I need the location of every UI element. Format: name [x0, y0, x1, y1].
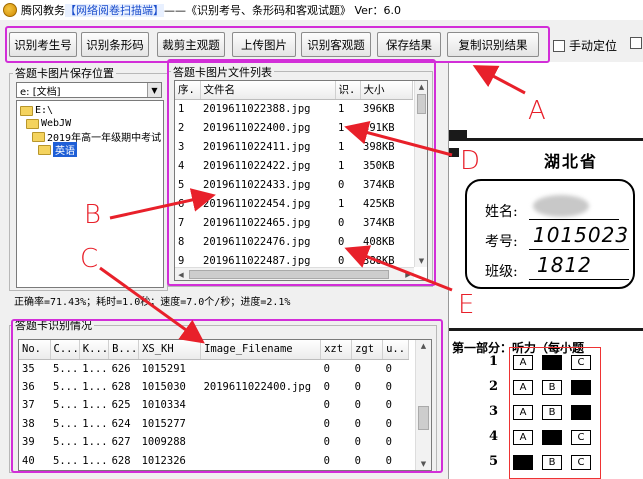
app-logo-icon: [3, 3, 17, 17]
question-number: 3: [489, 404, 499, 419]
option-box: C: [571, 455, 591, 470]
tree-node-label: WebJW: [41, 118, 72, 129]
question-number: 5: [489, 454, 499, 469]
open-folder-icon: [38, 144, 51, 155]
recognition-highlight: [11, 319, 443, 473]
annotation-letter-d: D: [460, 146, 481, 176]
filled-option-mark: [542, 430, 562, 445]
tree-node[interactable]: 2019年高一年级期中考试: [32, 130, 161, 144]
name-underline: [529, 219, 619, 220]
toolbar-highlight: [5, 26, 550, 63]
tree-node-selected[interactable]: 英语: [38, 142, 77, 157]
title-bar: 腾冈教务【网络阅卷扫描端】——《识别考号、条形码和客观试题》 Ver：6.0: [0, 0, 643, 20]
question-number: 4: [489, 429, 499, 444]
tree-node[interactable]: E:\: [20, 104, 53, 117]
folder-icon: [20, 105, 33, 116]
sheet-rule: [449, 328, 643, 331]
student-info-box: 姓名: 考号: 1015023 班级: 1812: [465, 179, 635, 289]
annotation-letter-e: E: [458, 290, 475, 320]
class-value: 1812: [537, 253, 592, 277]
exam-number-label: 考号:: [485, 234, 518, 250]
sheet-heading: 湖北省: [544, 152, 599, 171]
annotation-letter-c: C: [80, 244, 99, 274]
checkbox-box[interactable]: [630, 37, 642, 49]
option-box: A: [513, 405, 533, 420]
option-box: A: [513, 355, 533, 370]
filled-option-mark: [513, 455, 533, 470]
folder-icon: [32, 131, 45, 142]
manual-position-label: 手动定位: [569, 39, 618, 53]
title-suffix: ——《识别考号、条形码和客观试题》 Ver：6.0: [164, 4, 401, 17]
option-box: B: [542, 405, 562, 420]
manual-position-checkbox[interactable]: 手动定位: [553, 37, 617, 54]
window-title: 腾冈教务【网络阅卷扫描端】——《识别考号、条形码和客观试题》 Ver：6.0: [21, 2, 401, 18]
annotation-letter-a: A: [528, 96, 546, 126]
filled-option-mark: [571, 380, 591, 395]
question-number: 1: [489, 354, 499, 369]
file-list-highlight: [167, 59, 436, 286]
folder-icon: [26, 118, 39, 129]
filled-option-mark: [542, 355, 562, 370]
option-box: A: [513, 380, 533, 395]
option-box: A: [513, 430, 533, 445]
exam-number-value: 1015023: [533, 223, 630, 247]
title-highlight: 【网络阅卷扫描端】: [65, 4, 164, 17]
option-box: B: [542, 455, 562, 470]
option-box: C: [571, 355, 591, 370]
tree-node-label: 英语: [53, 142, 77, 157]
tree-node-label: E:\: [35, 105, 54, 116]
name-label: 姓名:: [485, 204, 518, 220]
title-prefix: 腾冈教务: [21, 4, 65, 17]
drive-select-value: e: [文档]: [20, 86, 61, 98]
annotation-letter-b: B: [84, 200, 102, 230]
sheet-marker: [449, 148, 459, 157]
chevron-down-icon[interactable]: ▼: [147, 83, 161, 97]
redacted-name: [533, 195, 589, 217]
filled-option-mark: [571, 405, 591, 420]
class-label: 班级:: [485, 264, 518, 280]
status-line: 正确率=71.43%；耗时=1.0秒；速度=7.0个/秒；进度=2.1%: [14, 297, 291, 308]
question-number: 2: [489, 379, 499, 394]
option-box: C: [571, 430, 591, 445]
drive-select[interactable]: e: [文档] ▼: [16, 82, 162, 98]
option-box: B: [542, 380, 562, 395]
sheet-rule: [449, 138, 643, 141]
exam-underline: [529, 249, 629, 250]
class-underline: [529, 279, 629, 280]
extra-checkbox[interactable]: [630, 37, 642, 49]
folder-panel-title: 答题卡图片保存位置: [13, 65, 116, 81]
checkbox-box[interactable]: [553, 39, 565, 52]
